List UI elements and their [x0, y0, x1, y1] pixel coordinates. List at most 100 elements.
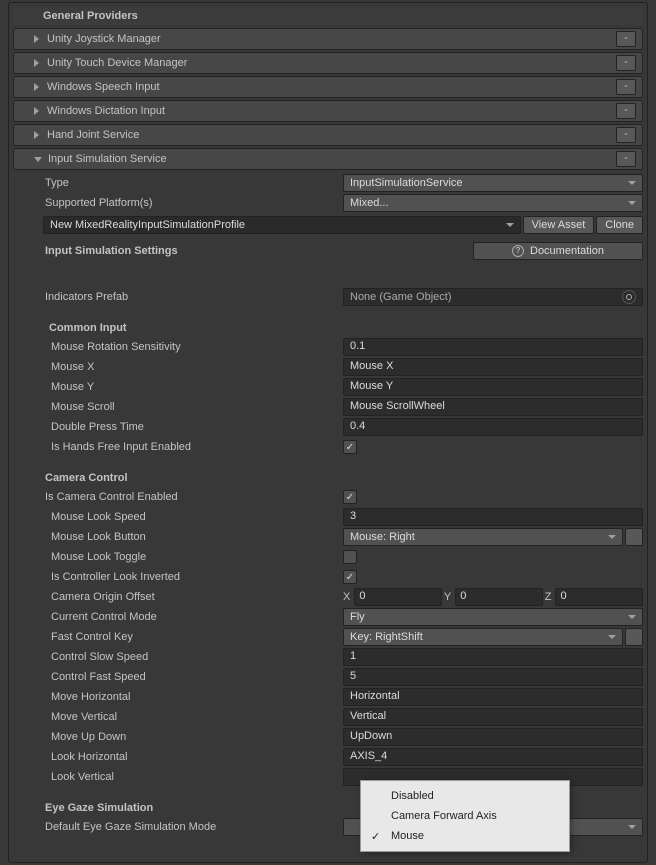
view-asset-button[interactable]: View Asset	[523, 216, 595, 234]
popup-menu: Disabled Camera Forward Axis Mouse	[360, 780, 570, 852]
remove-button[interactable]: -	[616, 55, 636, 71]
popup-item-cam-fwd[interactable]: Camera Forward Axis	[361, 806, 569, 826]
remove-button[interactable]: -	[616, 103, 636, 119]
label-hands-free: Is Hands Free Input Enabled	[43, 441, 343, 453]
foldout-speech[interactable]: Windows Speech Input -	[13, 76, 643, 98]
chevron-right-icon	[34, 107, 39, 115]
label-indicators: Indicators Prefab	[43, 291, 343, 303]
label-z: Z	[545, 591, 552, 603]
label-fast-speed: Control Fast Speed	[43, 671, 343, 683]
foldout-label: Windows Dictation Input	[47, 105, 616, 117]
label-look-toggle: Mouse Look Toggle	[43, 551, 343, 563]
foldout-label: Hand Joint Service	[47, 129, 616, 141]
label-mouse-x: Mouse X	[43, 361, 343, 373]
label-origin-offset: Camera Origin Offset	[43, 591, 343, 603]
settings-title: Input Simulation Settings	[45, 245, 473, 257]
input-mouse-y[interactable]: Mouse Y	[343, 378, 643, 396]
chevron-down-icon	[628, 825, 636, 829]
checkbox-look-inverted[interactable]: ✓	[343, 570, 357, 584]
chevron-down-icon	[506, 223, 514, 227]
chevron-down-icon	[628, 181, 636, 185]
foldout-label: Input Simulation Service	[48, 153, 616, 165]
remove-button[interactable]: -	[616, 127, 636, 143]
input-origin-y[interactable]: 0	[455, 588, 543, 606]
dropdown-fast-key[interactable]: Key: RightShift	[343, 628, 623, 646]
dropdown-profile[interactable]: New MixedRealityInputSimulationProfile	[43, 216, 521, 234]
foldout-label: Windows Speech Input	[47, 81, 616, 93]
label-cam-enabled: Is Camera Control Enabled	[43, 491, 343, 503]
label-y: Y	[444, 591, 451, 603]
subsection-common: Common Input	[43, 322, 643, 334]
checkbox-hands-free[interactable]: ✓	[343, 440, 357, 454]
input-look-h[interactable]: AXIS_4	[343, 748, 643, 766]
label-look-speed: Mouse Look Speed	[43, 511, 343, 523]
chevron-down-icon	[628, 201, 636, 205]
subsection-camera: Camera Control	[43, 472, 643, 484]
chevron-down-icon	[608, 635, 616, 639]
label-eye-mode: Default Eye Gaze Simulation Mode	[43, 821, 343, 833]
input-move-v[interactable]: Vertical	[343, 708, 643, 726]
small-button[interactable]	[625, 628, 643, 646]
foldout-touch[interactable]: Unity Touch Device Manager -	[13, 52, 643, 74]
checkbox-cam-enabled[interactable]: ✓	[343, 490, 357, 504]
object-field-indicators[interactable]: None (Game Object)	[343, 288, 643, 306]
label-look-v: Look Vertical	[43, 771, 343, 783]
section-general-providers: General Providers	[13, 7, 643, 25]
input-origin-x[interactable]: 0	[354, 588, 442, 606]
label-x: X	[343, 591, 350, 603]
label-control-mode: Current Control Mode	[43, 611, 343, 623]
dropdown-control-mode[interactable]: Fly	[343, 608, 643, 626]
input-slow-speed[interactable]: 1	[343, 648, 643, 666]
label-look-inverted: Is Controller Look Inverted	[43, 571, 343, 583]
input-origin-z[interactable]: 0	[555, 588, 643, 606]
label-fast-key: Fast Control Key	[43, 631, 343, 643]
input-move-h[interactable]: Horizontal	[343, 688, 643, 706]
label-mouse-y: Mouse Y	[43, 381, 343, 393]
input-fast-speed[interactable]: 5	[343, 668, 643, 686]
label-move-v: Move Vertical	[43, 711, 343, 723]
remove-button[interactable]: -	[616, 151, 636, 167]
label-look-h: Look Horizontal	[43, 751, 343, 763]
label-type: Type	[43, 177, 343, 189]
input-look-speed[interactable]: 3	[343, 508, 643, 526]
foldout-joystick[interactable]: Unity Joystick Manager -	[13, 28, 643, 50]
popup-item-disabled[interactable]: Disabled	[361, 786, 569, 806]
chevron-down-icon	[608, 535, 616, 539]
label-mouse-rotation: Mouse Rotation Sensitivity	[43, 341, 343, 353]
chevron-down-icon	[628, 615, 636, 619]
foldout-label: Unity Joystick Manager	[47, 33, 616, 45]
clone-button[interactable]: Clone	[596, 216, 643, 234]
label-slow-speed: Control Slow Speed	[43, 651, 343, 663]
documentation-button[interactable]: ? Documentation	[473, 242, 643, 260]
object-picker-icon[interactable]	[622, 290, 636, 304]
dropdown-value: New MixedRealityInputSimulationProfile	[50, 219, 245, 231]
foldout-label: Unity Touch Device Manager	[47, 57, 616, 69]
remove-button[interactable]: -	[616, 79, 636, 95]
dropdown-value: InputSimulationService	[350, 177, 463, 189]
label-look-button: Mouse Look Button	[43, 531, 343, 543]
input-mouse-rotation[interactable]: 0.1	[343, 338, 643, 356]
dropdown-value: Fly	[350, 611, 365, 623]
input-mouse-x[interactable]: Mouse X	[343, 358, 643, 376]
dropdown-platforms[interactable]: Mixed...	[343, 194, 643, 212]
help-icon: ?	[512, 245, 524, 257]
foldout-hand[interactable]: Hand Joint Service -	[13, 124, 643, 146]
foldout-sim[interactable]: Input Simulation Service -	[13, 148, 643, 170]
input-dbl-press[interactable]: 0.4	[343, 418, 643, 436]
label-platforms: Supported Platform(s)	[43, 197, 343, 209]
input-mouse-scroll[interactable]: Mouse ScrollWheel	[343, 398, 643, 416]
small-button[interactable]	[625, 528, 643, 546]
dropdown-value: Key: RightShift	[350, 631, 423, 643]
object-value: None (Game Object)	[350, 291, 451, 303]
dropdown-look-button[interactable]: Mouse: Right	[343, 528, 623, 546]
input-move-ud[interactable]: UpDown	[343, 728, 643, 746]
popup-item-mouse[interactable]: Mouse	[361, 826, 569, 846]
dropdown-type[interactable]: InputSimulationService	[343, 174, 643, 192]
remove-button[interactable]: -	[616, 31, 636, 47]
dropdown-value: Mouse: Right	[350, 531, 415, 543]
chevron-right-icon	[34, 83, 39, 91]
foldout-dictation[interactable]: Windows Dictation Input -	[13, 100, 643, 122]
chevron-right-icon	[34, 35, 39, 43]
checkbox-look-toggle[interactable]	[343, 550, 357, 564]
doc-label: Documentation	[530, 245, 604, 257]
